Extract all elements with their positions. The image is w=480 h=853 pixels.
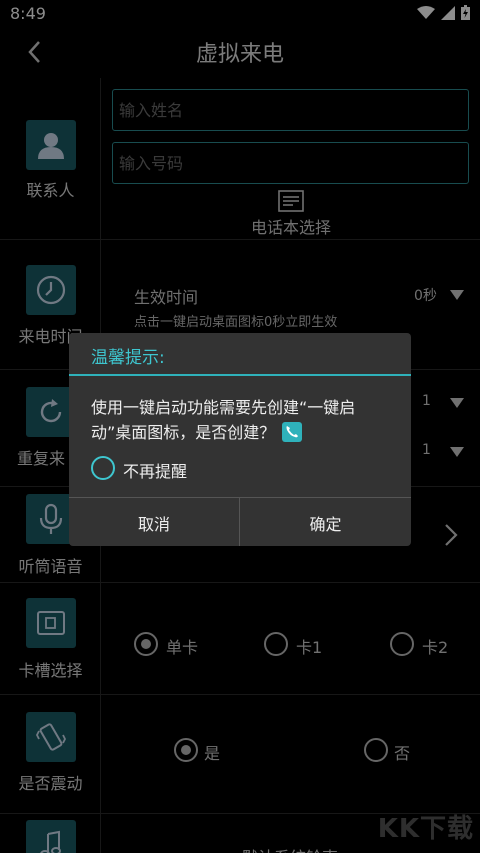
dialog-buttons: 取消 确定 xyxy=(69,497,411,546)
prompt-dialog: 温馨提示: 使用一键启动功能需要先创建“一键启动”桌面图标，是否创建？ 不再提醒… xyxy=(69,333,411,546)
dialog-message-text: 使用一键启动功能需要先创建“一键启动”桌面图标，是否创建？ xyxy=(91,398,356,442)
phone-app-icon xyxy=(282,422,303,442)
watermark: KK下载 xyxy=(377,814,474,844)
dont-remind-label: 不再提醒 xyxy=(123,462,188,481)
cancel-button[interactable]: 取消 xyxy=(69,498,240,546)
dont-remind-checkbox[interactable] xyxy=(91,456,115,480)
dialog-divider xyxy=(69,374,411,376)
confirm-button[interactable]: 确定 xyxy=(240,498,411,546)
dialog-title: 温馨提示: xyxy=(91,348,165,368)
dialog-message: 使用一键启动功能需要先创建“一键启动”桌面图标，是否创建？ xyxy=(91,395,391,445)
